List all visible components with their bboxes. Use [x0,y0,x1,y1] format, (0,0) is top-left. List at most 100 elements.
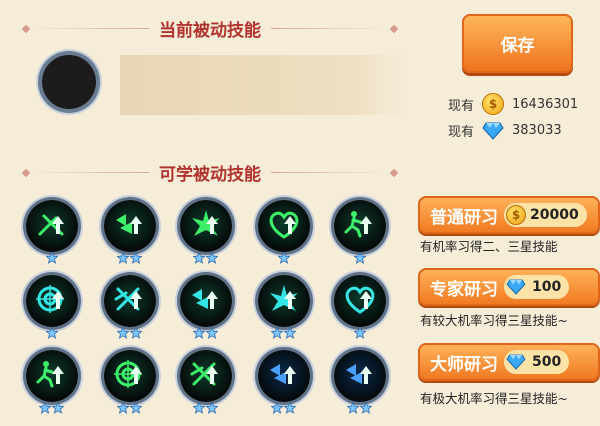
burst-up-icon [188,206,224,246]
star-icon [45,327,58,339]
target-up-icon [112,356,148,396]
skill-star-rating [193,402,218,414]
skill-star-rating [353,327,366,339]
diamond-icon [482,122,504,140]
target-up-icon [34,281,70,321]
study-cost: 100 [504,275,570,299]
double-arrow-up-icon [342,356,378,396]
current-skill-title: 当前被动技能 [159,21,261,41]
star-icon [117,402,129,414]
skill-star-rating [193,252,218,264]
gold-label: 现有 [448,98,475,114]
header-ornament-right [389,24,399,33]
diamond-label: 现有 [448,125,475,140]
skill-star-rating [117,252,142,264]
study-button-master[interactable]: 大师研习 500 [418,343,600,381]
skill-slot[interactable] [180,200,232,252]
current-skill-description-panel [120,55,410,115]
star-icon [206,327,218,339]
star-icon [130,327,142,339]
skill-slot[interactable] [258,350,310,402]
star-icon [45,252,58,264]
skill-star-rating [45,327,58,339]
header-rule-right [271,172,391,173]
star-icon [117,327,129,339]
study-cost-value: 500 [532,354,562,370]
current-skill-header: 当前被动技能 [0,16,420,41]
study-button-expert[interactable]: 专家研习 100 [418,268,600,306]
skill-star-rating [271,402,296,414]
skill-slot[interactable] [258,275,310,327]
header-ornament-left [21,24,31,33]
star-icon [117,252,129,264]
star-icon [193,252,205,264]
double-arrow-up-icon [188,281,224,321]
diamond-value: 383033 [512,123,562,138]
skill-slot[interactable] [26,200,78,252]
skill-star-rating [193,327,218,339]
gold-coin-icon: $ [482,93,505,115]
star-icon [353,327,366,339]
star-icon [193,402,205,414]
skill-slot[interactable] [334,350,386,402]
study-button-title: 专家研习 [430,279,498,300]
skill-slot[interactable] [258,200,310,252]
gold-value: 16436301 [512,96,579,112]
save-button[interactable]: 保存 [462,14,573,73]
skill-slot[interactable] [180,350,232,402]
study-description-master: 有极大机率习得三星技能~ [420,391,568,406]
star-icon [193,327,205,339]
skill-slot[interactable] [104,350,156,402]
study-cost: $ 20000 [504,203,587,227]
skill-slot[interactable] [26,275,78,327]
skill-star-rating [347,402,372,414]
study-cost-value: 100 [532,279,562,295]
header-rule-right [271,28,391,29]
skill-slot[interactable] [104,200,156,252]
skill-slot[interactable] [180,275,232,327]
diamond-icon [506,279,526,295]
study-description-expert: 有较大机率习得三星技能~ [420,313,568,328]
skill-slot[interactable] [26,350,78,402]
skill-slot[interactable] [334,275,386,327]
gold-balance: 现有 $ 16436301 [448,93,578,115]
diamond-icon [506,354,526,370]
skill-star-rating [271,327,296,339]
heart-up-icon [266,206,302,246]
study-cost: 500 [504,350,570,374]
skill-slot[interactable] [334,200,386,252]
learnable-skill-header: 可学被动技能 [0,160,420,185]
study-button-normal[interactable]: 普通研习 $ 20000 [418,196,600,234]
header-ornament-right [389,168,399,177]
study-button-title: 大师研习 [430,354,498,375]
study-description-normal: 有机率习得二、三星技能 [420,239,558,254]
star-icon [271,402,283,414]
star-icon [52,402,64,414]
skill-star-rating [353,252,366,264]
star-icon [360,402,372,414]
double-arrow-up-icon [112,206,148,246]
skill-star-rating [277,252,290,264]
running-man-up-icon [342,206,378,246]
star-icon [271,327,283,339]
header-ornament-left [21,168,31,177]
header-rule-left [29,28,149,29]
skill-star-rating [39,402,64,414]
star-icon [284,327,296,339]
skill-slot[interactable] [104,275,156,327]
skill-star-rating [117,327,142,339]
skill-star-rating [117,402,142,414]
skill-star-rating [45,252,58,264]
cross-swords-up-icon [188,356,224,396]
star-icon [347,402,359,414]
running-man-up-icon [34,356,70,396]
diamond-balance: 现有 383033 [448,121,562,140]
double-arrow-up-icon [266,356,302,396]
crossed-arrows-up-icon [34,206,70,246]
star-icon [130,402,142,414]
star-icon [39,402,51,414]
cross-swords-up-icon [112,281,148,321]
star-icon [130,252,142,264]
current-skill-slot[interactable] [42,55,96,109]
gold-coin-icon: $ [506,205,526,225]
